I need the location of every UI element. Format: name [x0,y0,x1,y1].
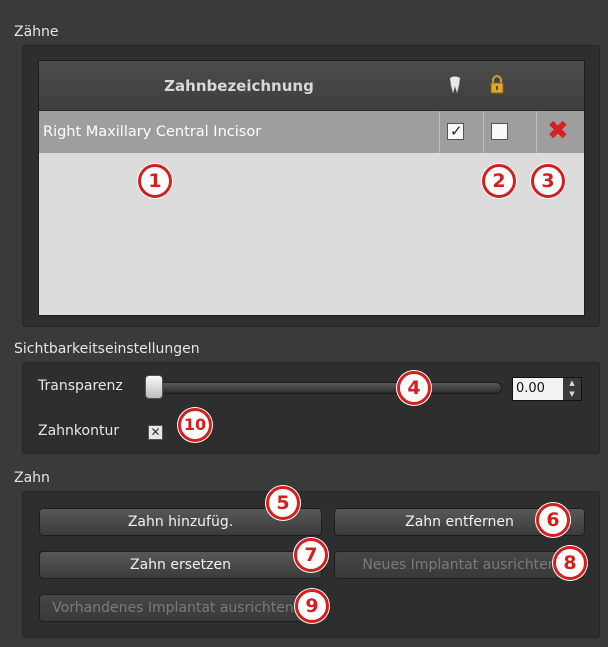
replace-tooth-button[interactable]: Zahn ersetzen [39,551,322,579]
align-existing-implant-button[interactable]: Vorhandenes Implantat ausrichten [39,594,307,622]
callout-badge-9: 9 [295,589,329,623]
table-row[interactable]: Right Maxillary Central Incisor ✓ ✖ [39,111,584,153]
callout-badge-6: 6 [536,503,570,537]
callout-badge-3: 3 [531,164,565,198]
check-icon: ✓ [450,122,463,140]
spin-arrows-icon[interactable]: ▲ ▼ [563,378,581,400]
transparency-slider-track[interactable] [150,382,502,394]
tooth-icon[interactable] [449,76,461,98]
callout-badge-2: 2 [482,164,516,198]
transparency-spinbox[interactable]: 0.00 ▲ ▼ [512,377,582,401]
align-new-implant-button[interactable]: Neues Implantat ausrichten [334,551,585,579]
group-title-zaehne: Zähne [14,24,59,40]
zahnkontur-label: Zahnkontur [38,423,120,439]
zahnkontur-checkbox[interactable]: ✕ [148,425,163,440]
header-zahnbezeichnung[interactable]: Zahnbezeichnung [39,61,439,111]
group-title-zahn: Zahn [14,470,50,486]
delete-icon[interactable]: ✖ [547,117,569,145]
lock-checkbox[interactable] [491,123,508,140]
callout-badge-7: 7 [294,538,328,572]
table-header: Zahnbezeichnung [39,61,584,111]
column-divider [439,111,440,153]
column-divider [536,111,537,153]
group-title-sichtbarkeit: Sichtbarkeitseinstellungen [14,341,200,357]
callout-badge-1: 1 [138,164,172,198]
callout-badge-5: 5 [266,486,300,520]
transparency-value: 0.00 [516,381,545,396]
transparency-label: Transparenz [38,378,123,394]
callout-badge-10: 10 [178,408,212,442]
visible-checkbox[interactable]: ✓ [447,122,464,140]
callout-badge-8: 8 [553,546,587,580]
callout-badge-4: 4 [397,371,431,405]
visibility-panel [22,362,600,454]
column-divider [483,111,484,153]
transparency-slider-handle[interactable] [145,375,163,399]
tooth-name-cell: Right Maxillary Central Incisor [43,124,262,140]
lock-icon[interactable] [489,74,505,98]
